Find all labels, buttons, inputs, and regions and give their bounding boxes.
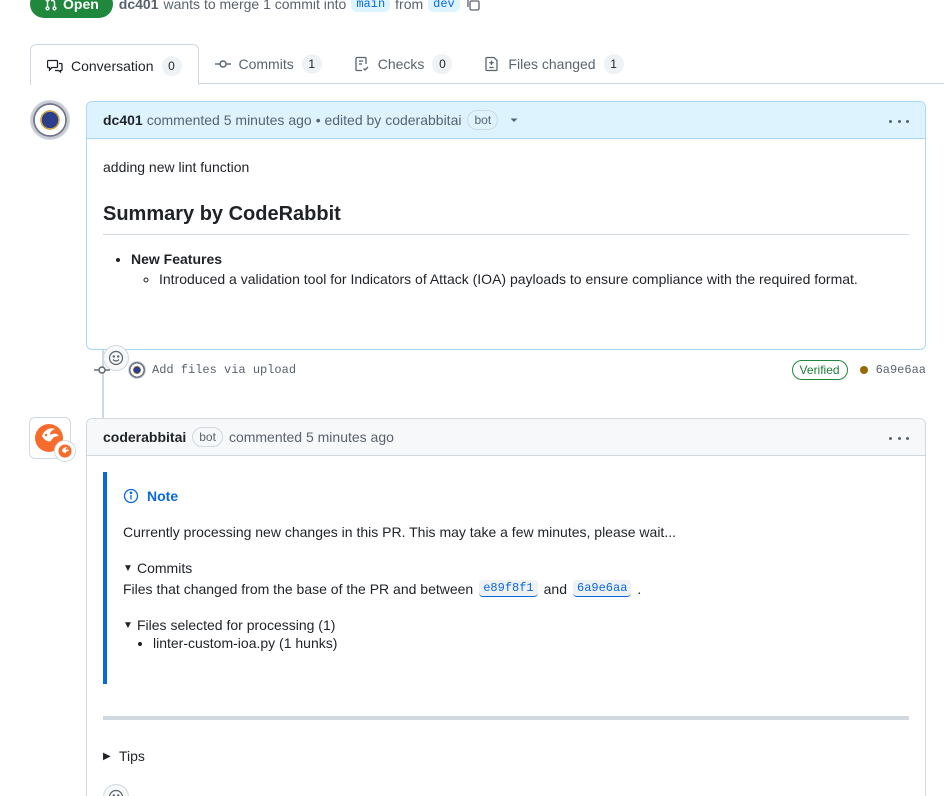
tab-files-changed-count: 1: [603, 54, 624, 74]
tab-files-changed[interactable]: Files changed 1: [468, 44, 639, 84]
files-changed-line: Files that changed from the base of the …: [123, 580, 909, 597]
comment-header: coderabbitai bot commented 5 minutes ago: [87, 419, 925, 456]
bot-badge-icon: [54, 440, 76, 462]
commit-row: Add files via upload Verified 6a9e6aa: [94, 360, 926, 380]
git-commit-icon: [214, 60, 231, 68]
pull-request-icon: [45, 0, 57, 11]
pending-status-icon[interactable]: [859, 366, 868, 374]
note-callout: Note Currently processing new changes in…: [103, 472, 909, 684]
comment-body: adding new lint function Summary by Code…: [87, 139, 925, 371]
triangle-down-icon: ▼: [123, 562, 133, 574]
comment-options-icon[interactable]: [889, 431, 909, 445]
comment-author-link[interactable]: dc401: [103, 112, 143, 128]
tab-files-changed-label: Files changed: [508, 56, 596, 72]
chevron-down-icon[interactable]: [508, 114, 520, 126]
pr-description-comment: dc401 commented 5 minutes ago • edited b…: [86, 101, 926, 371]
pr-author-link[interactable]: dc401: [119, 0, 159, 12]
files-selected-details-toggle[interactable]: ▼ Files selected for processing (1): [123, 617, 909, 633]
from-text: from: [395, 0, 424, 12]
triangle-right-icon: ▶: [103, 750, 111, 762]
tab-conversation-count: 0: [161, 55, 182, 76]
comment-author-link[interactable]: coderabbitai: [103, 429, 186, 445]
pr-state-label: Open: [63, 0, 99, 12]
comment-timestamp[interactable]: commented 5 minutes ago: [147, 112, 312, 128]
base-branch[interactable]: main: [351, 0, 391, 12]
checklist-icon: [355, 56, 369, 72]
files-selected-label: Files selected for processing (1): [137, 617, 336, 633]
comment-intro-text: adding new lint function: [103, 159, 250, 175]
pr-meta: dc401 wants to merge 1 commit into main …: [119, 0, 481, 12]
dc401-avatar[interactable]: [30, 100, 70, 140]
file-diff-icon: [485, 56, 499, 72]
merge-text: wants to merge 1 commit into: [163, 0, 347, 12]
period-text: .: [637, 580, 642, 597]
pr-tabs: Conversation 0 Commits 1 Checks 0 Files …: [30, 44, 944, 85]
edited-by-text[interactable]: • edited by coderabbitai: [316, 112, 462, 128]
list-item: linter-custom-ioa.py (1 hunks): [153, 635, 909, 651]
sha-from-link[interactable]: e89f8f1: [479, 580, 538, 597]
info-icon: [123, 488, 139, 504]
coderabbit-comment: coderabbitai bot commented 5 minutes ago…: [86, 418, 926, 796]
feature-item-text: Introduced a validation tool for Indicat…: [159, 271, 858, 287]
verified-badge[interactable]: Verified: [791, 360, 848, 380]
tab-commits[interactable]: Commits 1: [199, 44, 338, 84]
tab-commits-count: 1: [301, 54, 322, 74]
sha-to-link[interactable]: 6a9e6aa: [573, 580, 632, 597]
bot-badge: bot: [467, 110, 499, 130]
coderabbitai-avatar[interactable]: [29, 417, 76, 462]
files-changed-text: Files that changed from the base of the …: [123, 580, 474, 597]
file-list: linter-custom-ioa.py (1 hunks): [123, 635, 909, 651]
tab-commits-label: Commits: [238, 56, 294, 72]
pr-header: Open dc401 wants to merge 1 commit into …: [30, 0, 481, 18]
tab-conversation[interactable]: Conversation 0: [30, 44, 199, 85]
copy-icon[interactable]: [465, 0, 481, 12]
triangle-down-icon: ▼: [123, 619, 133, 631]
commit-message-link[interactable]: Add files via upload: [152, 363, 296, 377]
list-item: Introduced a validation tool for Indicat…: [159, 271, 909, 287]
file-item-text: linter-custom-ioa.py (1 hunks): [153, 635, 338, 651]
feature-list: New Features Introduced a validation too…: [103, 251, 909, 287]
commit-sha-link[interactable]: 6a9e6aa: [876, 363, 926, 377]
summary-heading: Summary by CodeRabbit: [103, 203, 909, 235]
commits-details-toggle[interactable]: ▼ Commits: [123, 560, 909, 576]
commits-summary-label: Commits: [137, 560, 193, 576]
tips-details-toggle[interactable]: ▶ Tips: [103, 748, 909, 764]
add-reaction-button[interactable]: [103, 784, 129, 796]
comment-timestamp[interactable]: commented 5 minutes ago: [229, 429, 394, 445]
tab-conversation-label: Conversation: [71, 57, 154, 74]
note-title: Note: [123, 488, 909, 504]
head-branch[interactable]: dev: [428, 0, 460, 12]
pr-state-badge: Open: [30, 0, 113, 18]
tab-checks-label: Checks: [377, 56, 425, 72]
comment-header: dc401 commented 5 minutes ago • edited b…: [87, 102, 925, 139]
comment-body: Note Currently processing new changes in…: [87, 456, 925, 796]
and-text: and: [543, 580, 567, 597]
commit-meta: Verified 6a9e6aa: [791, 360, 926, 380]
feature-title: New Features: [131, 251, 223, 267]
commit-author-avatar[interactable]: [128, 361, 146, 379]
note-title-label: Note: [147, 488, 179, 504]
note-text: Currently processing new changes in this…: [123, 524, 676, 540]
comment-options-icon[interactable]: [889, 114, 909, 128]
git-commit-icon: [94, 366, 110, 374]
tab-checks[interactable]: Checks 0: [338, 44, 469, 84]
tab-checks-count: 0: [432, 54, 453, 74]
comment-discussion-icon: [47, 59, 63, 73]
smiley-icon: [108, 789, 124, 796]
tips-label: Tips: [119, 748, 145, 764]
list-item: New Features Introduced a validation too…: [131, 251, 909, 287]
bot-badge: bot: [192, 427, 223, 447]
divider: [103, 716, 909, 720]
